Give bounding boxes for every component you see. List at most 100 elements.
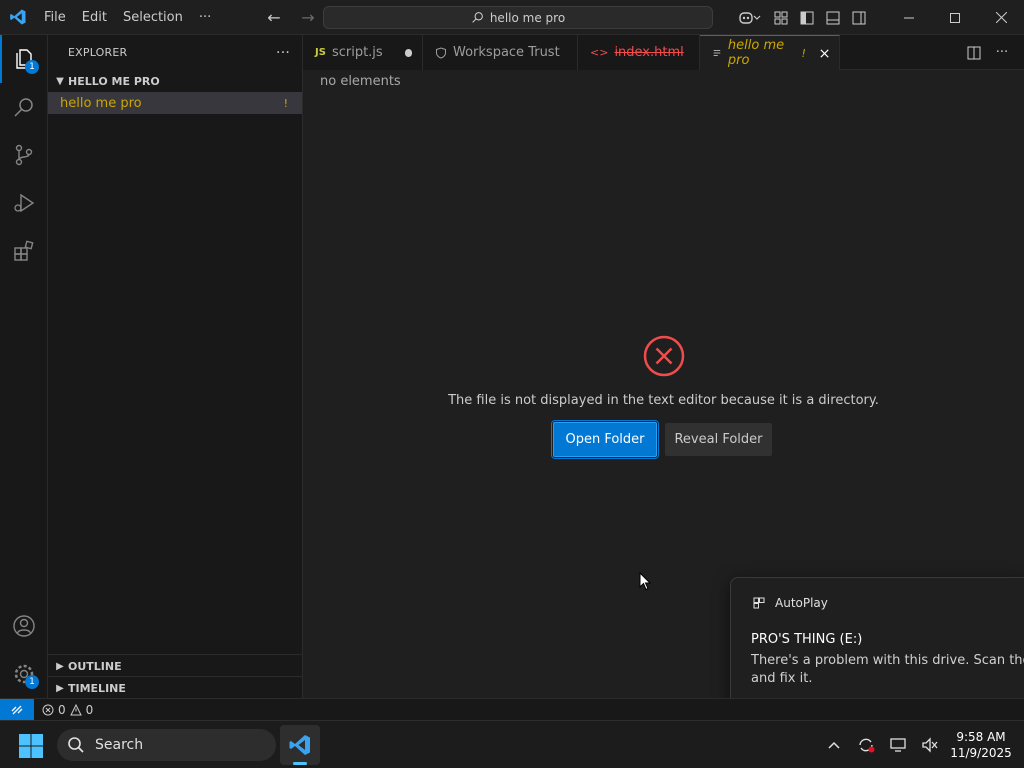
file-warning-indicator: ! xyxy=(283,96,288,110)
editor-actions: ··· xyxy=(962,35,1024,70)
tab-label: Workspace Trust xyxy=(453,45,560,60)
notification-app-header: AutoPlay xyxy=(753,596,828,610)
warning-count: 0 xyxy=(85,702,94,717)
toggle-secondary-sidebar-icon[interactable] xyxy=(846,0,872,35)
split-editor-icon[interactable] xyxy=(962,46,986,60)
chevron-right-icon: ▶ xyxy=(56,682,64,694)
tab-hello-me-pro[interactable]: hello me pro ! xyxy=(700,35,840,70)
tab-warning-indicator: ! xyxy=(801,46,806,60)
explorer-badge: 1 xyxy=(25,60,39,74)
remote-indicator[interactable] xyxy=(0,698,34,721)
taskbar-search[interactable]: Search xyxy=(57,729,276,761)
open-folder-button[interactable]: Open Folder xyxy=(551,420,659,459)
reveal-folder-button[interactable]: Reveal Folder xyxy=(665,423,772,456)
timeline-title: TIMELINE xyxy=(68,681,126,695)
manage-badge: 1 xyxy=(25,675,39,689)
vscode-app-icon xyxy=(289,735,310,755)
tab-index-html[interactable]: <> index.html xyxy=(578,35,700,70)
chevron-up-icon[interactable] xyxy=(818,721,850,768)
titlebar-actions xyxy=(732,0,1024,35)
toggle-primary-sidebar-icon[interactable] xyxy=(794,0,820,35)
html-file-icon: <> xyxy=(590,46,609,59)
command-center-search[interactable]: hello me pro xyxy=(323,6,713,29)
vscode-logo-icon xyxy=(0,0,36,35)
volume-muted-icon[interactable] xyxy=(914,721,946,768)
search-icon xyxy=(14,98,33,117)
directory-message: The file is not displayed in the text ed… xyxy=(448,393,879,408)
menu-selection[interactable]: Selection xyxy=(115,0,191,35)
menu-file[interactable]: File xyxy=(36,0,74,35)
folder-name: HELLO ME PRO xyxy=(68,74,160,88)
outline-section[interactable]: ▶ OUTLINE xyxy=(48,654,302,677)
menu-edit[interactable]: Edit xyxy=(74,0,115,35)
activity-bar: 1 1 xyxy=(0,35,48,698)
title-bar: File Edit Selection ··· ← → hello me pro xyxy=(0,0,1024,35)
search-view-button[interactable] xyxy=(0,83,48,131)
chevron-right-icon: ▶ xyxy=(56,660,64,672)
accounts-button[interactable] xyxy=(0,602,48,650)
windows-start-icon[interactable] xyxy=(18,733,44,759)
javascript-file-icon: JS xyxy=(315,47,326,58)
extensions-view-button[interactable] xyxy=(0,227,48,275)
minimize-icon[interactable] xyxy=(886,0,932,35)
explorer-header: EXPLORER ··· xyxy=(48,35,302,70)
tab-script-js[interactable]: JS script.js xyxy=(303,35,423,70)
tab-label: index.html xyxy=(614,45,684,60)
outline-title: OUTLINE xyxy=(68,659,122,673)
timeline-section[interactable]: ▶ TIMELINE xyxy=(48,676,302,699)
copilot-icon[interactable] xyxy=(732,0,768,35)
taskbar-search-label: Search xyxy=(95,737,144,753)
unsaved-dot-icon[interactable] xyxy=(404,48,412,57)
explorer-more-actions[interactable]: ··· xyxy=(276,45,290,61)
account-icon xyxy=(13,615,35,637)
menu-more[interactable]: ··· xyxy=(191,0,219,35)
close-window-icon[interactable] xyxy=(978,0,1024,35)
run-debug-view-button[interactable] xyxy=(0,179,48,227)
explorer-title: EXPLORER xyxy=(68,46,128,59)
tab-label: script.js xyxy=(331,45,383,60)
problems-indicator[interactable]: 0 0 xyxy=(42,703,93,717)
chevron-down-icon: ▼ xyxy=(56,75,64,87)
status-bar: 0 0 xyxy=(0,698,1024,721)
extensions-icon xyxy=(14,240,34,261)
file-tree-item[interactable]: hello me pro ! xyxy=(48,92,302,114)
customize-layout-icon[interactable] xyxy=(768,0,794,35)
source-control-view-button[interactable] xyxy=(0,131,48,179)
folder-section-header[interactable]: ▼ HELLO ME PRO xyxy=(48,70,302,92)
forward-arrow-icon[interactable]: → xyxy=(296,8,320,27)
back-arrow-icon[interactable]: ← xyxy=(262,8,286,27)
file-tree-item-label: hello me pro xyxy=(60,95,142,111)
more-actions-icon[interactable]: ··· xyxy=(990,45,1014,60)
taskbar-vscode-app[interactable] xyxy=(280,725,320,765)
search-icon xyxy=(68,737,84,753)
error-icon xyxy=(42,704,54,715)
taskbar-clock[interactable]: 9:58 AM 11/9/2025 xyxy=(946,729,1024,761)
system-tray: 9:58 AM 11/9/2025 xyxy=(818,721,1024,768)
mouse-cursor-icon xyxy=(639,572,651,591)
manage-button[interactable]: 1 xyxy=(0,650,48,698)
close-tab-icon[interactable] xyxy=(820,48,829,59)
explorer-view-button[interactable]: 1 xyxy=(0,35,48,83)
notification-body-line1: There's a problem with this drive. Scan … xyxy=(751,653,1024,668)
remote-icon xyxy=(11,705,23,714)
command-center-text: hello me pro xyxy=(489,10,566,25)
maximize-icon[interactable] xyxy=(932,0,978,35)
network-icon[interactable] xyxy=(882,721,914,768)
autoplay-icon xyxy=(753,597,765,609)
navigation-controls: ← → xyxy=(262,0,320,35)
error-circle-icon xyxy=(643,335,685,377)
notification-title: PRO'S THING (E:) xyxy=(751,632,863,647)
sync-icon[interactable] xyxy=(850,721,882,768)
breadcrumb: no elements xyxy=(320,74,401,89)
tab-label: hello me pro xyxy=(727,38,785,68)
toggle-panel-icon[interactable] xyxy=(820,0,846,35)
shield-icon xyxy=(436,46,446,59)
search-icon xyxy=(472,12,483,23)
notification-body-line2: and fix it. xyxy=(751,671,813,686)
explorer-sidebar: EXPLORER ··· ▼ HELLO ME PRO hello me pro… xyxy=(48,35,303,698)
file-lines-icon xyxy=(713,50,721,56)
autoplay-notification[interactable]: AutoPlay PRO'S THING (E:) There's a prob… xyxy=(730,577,1024,709)
clock-time: 9:58 AM xyxy=(956,730,1006,744)
editor-action-buttons: Open Folder Reveal Folder xyxy=(551,420,772,459)
tab-workspace-trust[interactable]: Workspace Trust xyxy=(423,35,578,70)
